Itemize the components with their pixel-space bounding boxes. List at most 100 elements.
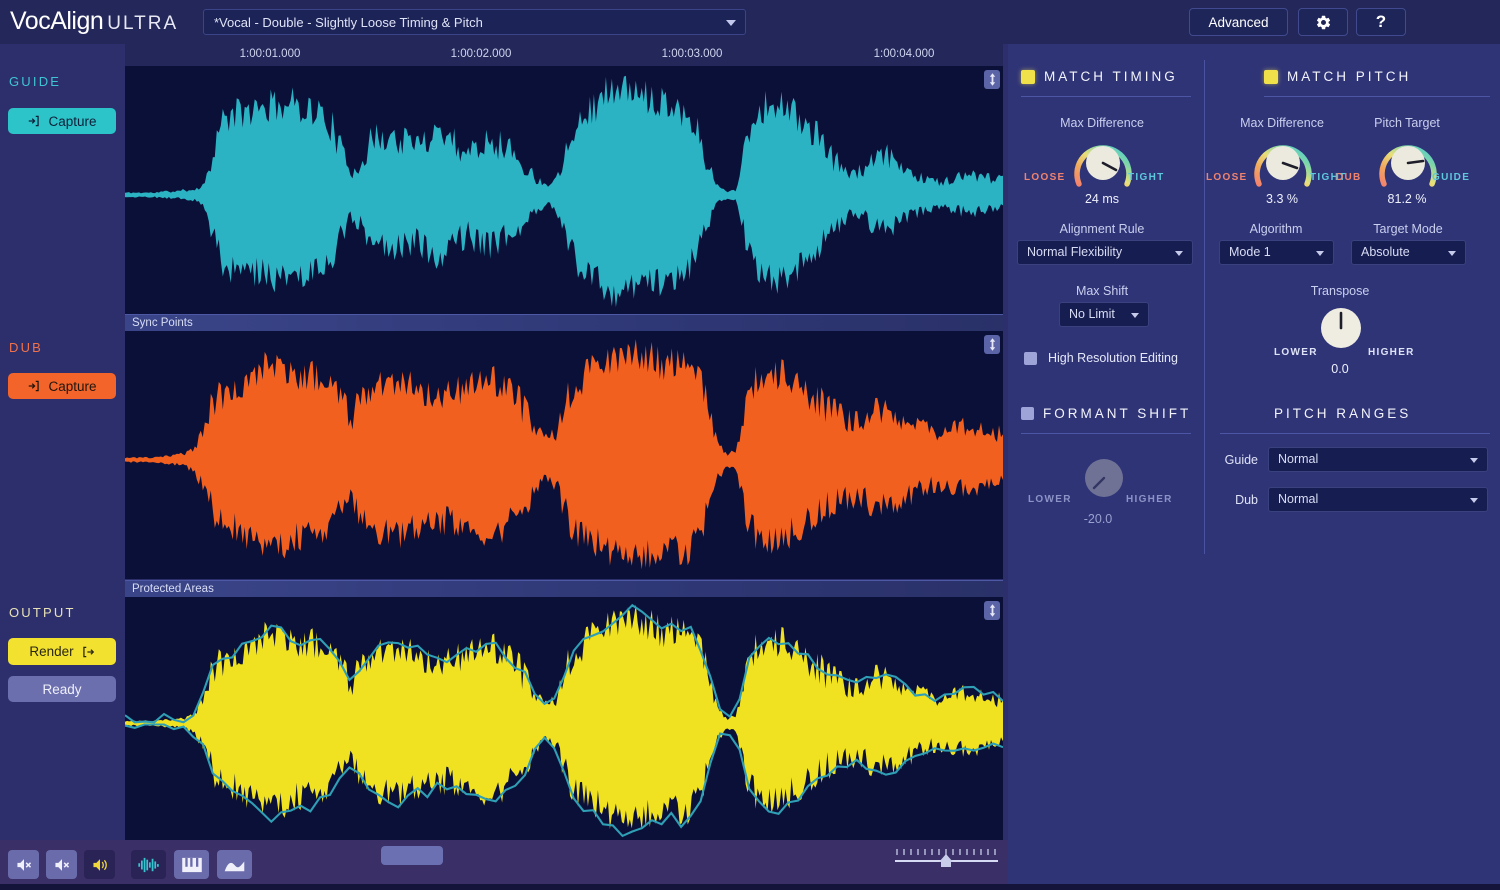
brand-name: VocAlign	[10, 7, 103, 35]
alignment-rule-label: Alignment Rule	[1060, 222, 1145, 236]
brand-suffix: ULTRA	[107, 13, 178, 34]
pitch-ranges-header: PITCH RANGES	[1274, 406, 1411, 421]
bottom-toolbar	[0, 840, 1008, 890]
dub-vertical-zoom-handle[interactable]	[984, 335, 1000, 354]
preset-selector[interactable]: *Vocal - Double - Slightly Loose Timing …	[203, 9, 746, 35]
formant-shift-knob[interactable]	[1076, 452, 1132, 509]
view-piano-button[interactable]	[174, 850, 209, 879]
dub-waveform-track[interactable]	[125, 331, 1003, 579]
preset-name: *Vocal - Double - Slightly Loose Timing …	[214, 15, 483, 30]
pitch-range-dub-dropdown[interactable]: Normal	[1268, 487, 1488, 512]
alignment-rule-value: Normal Flexibility	[1027, 245, 1122, 259]
formant-shift-toggle[interactable]	[1021, 407, 1034, 420]
output-mute-button[interactable]	[84, 850, 115, 879]
timing-max-diff-value: 24 ms	[1085, 192, 1119, 206]
view-envelope-button[interactable]	[217, 850, 252, 879]
advanced-button[interactable]: Advanced	[1189, 8, 1288, 36]
envelope-icon	[223, 857, 246, 873]
output-vertical-zoom-handle[interactable]	[984, 601, 1000, 620]
pitch-max-diff-knob[interactable]	[1248, 132, 1318, 199]
guide-capture-button[interactable]: Capture	[8, 108, 116, 134]
guide-mute-button[interactable]	[8, 850, 39, 879]
ruler-tick: 1:00:03.000	[662, 48, 723, 60]
pitch-max-diff-min-label: LOOSE	[1206, 172, 1248, 183]
divider	[1264, 96, 1490, 97]
dub-mute-button[interactable]	[46, 850, 77, 879]
chevron-down-icon	[1470, 498, 1478, 503]
top-bar: VocAlignULTRA *Vocal - Double - Slightly…	[0, 0, 1500, 44]
pitch-target-label: Pitch Target	[1374, 116, 1440, 130]
divider	[1021, 96, 1191, 97]
formant-max-label: HIGHER	[1126, 494, 1173, 505]
algorithm-dropdown[interactable]: Mode 1	[1219, 240, 1334, 265]
pitch-range-dub-value: Normal	[1278, 492, 1318, 506]
pitch-target-knob[interactable]	[1373, 132, 1443, 199]
dub-capture-button[interactable]: Capture	[8, 373, 116, 399]
speaker-on-icon	[91, 857, 109, 873]
zoom-slider[interactable]	[893, 848, 1000, 870]
pitch-range-guide-dropdown[interactable]: Normal	[1268, 447, 1488, 472]
transpose-min-label: LOWER	[1274, 347, 1318, 358]
protected-areas-label: Protected Areas	[132, 583, 214, 595]
knob-dial	[1315, 302, 1367, 354]
timing-knob-min-label: LOOSE	[1024, 172, 1066, 183]
knob-dial	[1373, 132, 1443, 194]
divider	[1021, 433, 1191, 434]
vertical-resize-icon	[988, 338, 997, 351]
vocalign-window: VocAlignULTRA *Vocal - Double - Slightly…	[0, 0, 1500, 890]
high-res-editing-checkbox[interactable]	[1024, 352, 1037, 365]
chevron-down-icon	[1175, 251, 1183, 256]
transpose-knob[interactable]	[1315, 302, 1367, 359]
timeline-ruler[interactable]: 1:00:01.000 1:00:02.000 1:00:03.000 1:00…	[125, 44, 1003, 66]
pitch-range-dub-row: Dub Normal	[1220, 487, 1488, 512]
output-waveform-track[interactable]	[125, 597, 1003, 840]
horizontal-scrollbar-thumb[interactable]	[381, 846, 443, 865]
match-timing-toggle[interactable]	[1021, 70, 1035, 84]
chevron-down-icon	[1316, 251, 1324, 256]
export-icon	[81, 645, 95, 659]
algorithm-value: Mode 1	[1229, 245, 1271, 259]
knob-dial	[1076, 452, 1132, 504]
render-button[interactable]: Render	[8, 638, 116, 665]
guide-vertical-zoom-handle[interactable]	[984, 70, 1000, 89]
window-footer	[0, 884, 1500, 890]
help-button[interactable]: ?	[1356, 8, 1406, 36]
status-badge: Ready	[8, 676, 116, 702]
view-waveform-button[interactable]	[131, 850, 166, 879]
guide-waveform	[125, 66, 1003, 314]
speaker-mute-icon	[15, 857, 33, 873]
pitch-max-diff-label: Max Difference	[1240, 116, 1324, 130]
pitch-target-max-label: GUIDE	[1432, 172, 1470, 183]
pitch-range-dub-name: Dub	[1220, 493, 1258, 507]
timing-knob-max-label: TIGHT	[1128, 172, 1165, 183]
dub-waveform	[125, 331, 1003, 579]
protected-areas-lane[interactable]: Protected Areas	[125, 580, 1003, 597]
high-res-editing-row[interactable]: High Resolution Editing	[1024, 351, 1178, 365]
gear-icon	[1315, 14, 1332, 31]
high-res-editing-label: High Resolution Editing	[1048, 351, 1178, 365]
alignment-rule-dropdown[interactable]: Normal Flexibility	[1017, 240, 1193, 265]
chevron-down-icon	[726, 20, 736, 26]
dub-section-label: DUB	[9, 340, 43, 355]
chevron-down-icon	[1448, 251, 1456, 256]
target-mode-label: Target Mode	[1373, 222, 1442, 236]
sync-points-lane[interactable]: Sync Points	[125, 314, 1003, 331]
guide-waveform-track[interactable]	[125, 66, 1003, 314]
speaker-mute-icon	[53, 857, 71, 873]
knob-dial	[1068, 132, 1138, 194]
timing-max-diff-knob[interactable]	[1068, 132, 1138, 199]
waveform-shape	[125, 76, 1003, 307]
ruler-tick: 1:00:04.000	[874, 48, 935, 60]
target-mode-value: Absolute	[1361, 245, 1410, 259]
match-pitch-toggle[interactable]	[1264, 70, 1278, 84]
pitch-range-guide-value: Normal	[1278, 452, 1318, 466]
max-shift-value: No Limit	[1069, 307, 1115, 321]
max-shift-label: Max Shift	[1076, 284, 1128, 298]
target-mode-dropdown[interactable]: Absolute	[1351, 240, 1466, 265]
dub-capture-label: Capture	[48, 379, 96, 394]
timing-max-diff-label: Max Difference	[1060, 116, 1144, 130]
zoom-slider-track	[893, 848, 1000, 870]
settings-button[interactable]	[1298, 8, 1348, 36]
guide-section-label: GUIDE	[9, 74, 61, 89]
max-shift-dropdown[interactable]: No Limit	[1059, 302, 1149, 327]
